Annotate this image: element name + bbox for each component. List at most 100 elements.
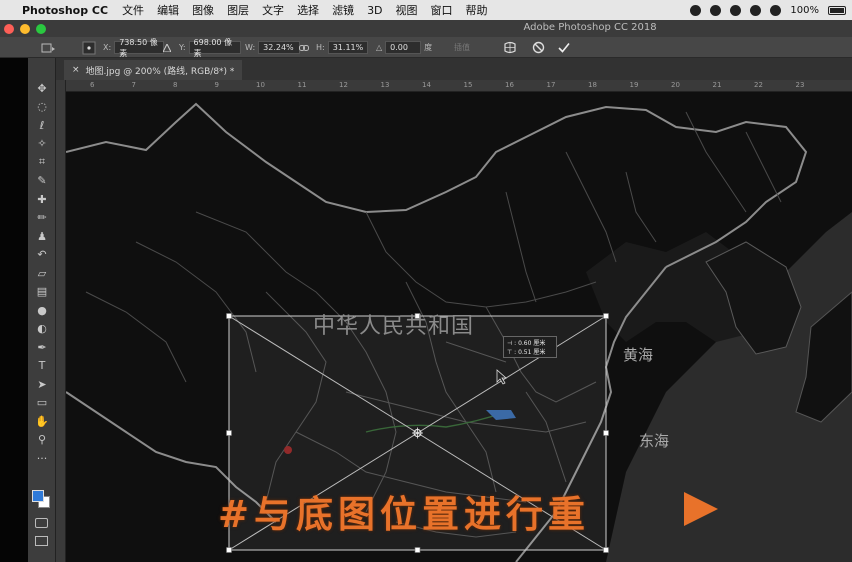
ruler-tick-label: 15 <box>463 81 473 89</box>
status-icon[interactable] <box>710 4 722 16</box>
move-tool-icon[interactable]: ✥ <box>34 80 50 96</box>
more-tools-icon[interactable]: ··· <box>34 450 50 466</box>
app-menu[interactable]: Photoshop CC <box>22 4 108 17</box>
lasso-tool-icon[interactable]: ℓ <box>34 117 50 133</box>
healing-tool-icon[interactable]: ✚ <box>34 191 50 207</box>
ruler-tick-label: 23 <box>795 81 805 89</box>
battery-icon[interactable] <box>828 5 846 15</box>
battery-percent: 100% <box>790 4 819 16</box>
reference-point-icon[interactable] <box>82 41 96 54</box>
status-icon[interactable] <box>690 4 702 16</box>
menu-help[interactable]: 帮助 <box>466 2 488 18</box>
foreground-color-swatch[interactable] <box>32 490 44 502</box>
magic-wand-tool-icon[interactable]: ✧ <box>34 136 50 152</box>
window-title: Adobe Photoshop CC 2018 <box>523 22 657 33</box>
angle-unit: 度 <box>424 43 433 52</box>
link-icon[interactable] <box>299 41 309 54</box>
eraser-tool-icon[interactable]: ▱ <box>34 265 50 281</box>
menu-layer[interactable]: 图层 <box>227 2 249 18</box>
commit-icon[interactable] <box>557 41 571 54</box>
horizontal-ruler[interactable]: 6 7 8 9 10 11 12 13 14 15 16 17 18 19 20 21 22 23 <box>66 80 852 92</box>
map-label-east-sea: 东海 <box>639 432 670 450</box>
stamp-tool-icon[interactable]: ♟ <box>34 228 50 244</box>
wifi-icon[interactable] <box>770 4 782 16</box>
blur-tool-icon[interactable]: ● <box>34 302 50 318</box>
menu-edit[interactable]: 编辑 <box>157 2 179 18</box>
ruler-tick-label: 18 <box>588 81 597 89</box>
tools-panel: ✥ ◌ ℓ ✧ ⌗ ✎ ✚ ✏ ♟ ↶ ▱ ▤ ● ◐ ✒ T ➤ ▭ ✋ ⚲ ··· <box>28 58 56 562</box>
quick-mask-icon[interactable] <box>35 518 48 528</box>
tooltip-height: ⊤ : 0.51 厘米 <box>507 349 546 356</box>
screen-mode-icon[interactable] <box>35 536 48 546</box>
ruler-tick-label: 14 <box>422 81 431 89</box>
x-position-field[interactable]: 738.50 像素 <box>114 38 165 58</box>
vertical-ruler[interactable] <box>56 80 66 562</box>
h-label: H: <box>316 43 325 52</box>
delta-icon[interactable] <box>163 41 171 54</box>
document-tab-bar: × 地图.jpg @ 200% (路线, RGB/8*) * <box>56 58 852 80</box>
window-titlebar: Adobe Photoshop CC 2018 <box>4 20 852 37</box>
marquee-tool-icon[interactable]: ◌ <box>34 99 50 115</box>
history-brush-tool-icon[interactable]: ↶ <box>34 247 50 263</box>
hand-tool-icon[interactable]: ✋ <box>34 413 50 429</box>
status-icon[interactable] <box>750 4 762 16</box>
ruler-tick-label: 20 <box>671 81 680 89</box>
ruler-tick-label: 19 <box>629 81 639 89</box>
menu-type[interactable]: 文字 <box>262 2 284 18</box>
menu-select[interactable]: 选择 <box>297 2 319 18</box>
angle-field[interactable]: 0.00 <box>385 41 422 54</box>
rectangle-tool-icon[interactable]: ▭ <box>34 395 50 411</box>
ruler-tick-label: 8 <box>173 81 178 89</box>
menu-file[interactable]: 文件 <box>122 2 144 18</box>
left-strip <box>0 58 28 562</box>
transform-tooltip: ⊣ : 0.60 厘米 ⊤ : 0.51 厘米 <box>503 336 557 358</box>
map-label-country: 中华人民共和国 <box>313 314 475 339</box>
ruler-tick-label: 16 <box>505 81 514 89</box>
x-label: X: <box>103 43 112 52</box>
menu-3d[interactable]: 3D <box>367 4 382 17</box>
dodge-tool-icon[interactable]: ◐ <box>34 321 50 337</box>
close-window-button[interactable] <box>4 23 14 34</box>
cancel-icon[interactable] <box>532 41 545 54</box>
document-tab[interactable]: × 地图.jpg @ 200% (路线, RGB/8*) * <box>64 60 243 80</box>
type-tool-icon[interactable]: T <box>34 358 50 374</box>
options-bar: X: 738.50 像素 Y: 698.00 像素 W: 32.24% H: 3… <box>0 37 852 58</box>
ruler-tick-label: 17 <box>546 81 556 89</box>
crop-tool-icon[interactable]: ⌗ <box>34 154 50 170</box>
pen-tool-icon[interactable]: ✒ <box>34 339 50 355</box>
brush-tool-icon[interactable]: ✏ <box>34 210 50 226</box>
ruler-tick-label: 9 <box>214 81 219 89</box>
path-select-tool-icon[interactable]: ➤ <box>34 376 50 392</box>
menu-view[interactable]: 视图 <box>396 2 418 18</box>
zoom-tool-icon[interactable]: ⚲ <box>34 432 50 448</box>
ruler-tick-label: 7 <box>131 81 136 89</box>
document-canvas[interactable]: 中华人民共和国 黄海 东海 ⊣ : 0.60 厘米 ⊤ : 0.51 厘米 #与… <box>66 92 852 562</box>
warp-icon[interactable] <box>503 41 517 54</box>
status-icon[interactable] <box>730 4 742 16</box>
ruler-tick-label: 6 <box>90 81 95 89</box>
ruler-tick-label: 13 <box>380 81 390 89</box>
ruler-tick-label: 12 <box>339 81 348 89</box>
menu-window[interactable]: 窗口 <box>431 2 453 18</box>
eyedropper-tool-icon[interactable]: ✎ <box>34 173 50 189</box>
gradient-tool-icon[interactable]: ▤ <box>34 284 50 300</box>
video-caption: #与底图位置进行重 <box>218 493 591 536</box>
menu-bar: Photoshop CC 文件 编辑 图像 图层 文字 选择 滤镜 3D 视图 … <box>0 0 852 20</box>
width-field[interactable]: 32.24% <box>258 41 301 54</box>
map-label-yellow-sea: 黄海 <box>623 346 654 364</box>
caption-arrow-icon <box>684 492 718 526</box>
ruler-tick-label: 10 <box>256 81 265 89</box>
y-position-field[interactable]: 698.00 像素 <box>188 38 241 58</box>
menu-filter[interactable]: 滤镜 <box>332 2 354 18</box>
tooltip-width: ⊣ : 0.60 厘米 <box>507 340 546 347</box>
menu-image[interactable]: 图像 <box>192 2 214 18</box>
document-tab-label: 地图.jpg @ 200% (路线, RGB/8*) * <box>85 66 235 77</box>
ruler-tick-label: 21 <box>712 81 722 89</box>
transform-options-icon[interactable] <box>40 41 56 54</box>
close-tab-icon[interactable]: × <box>72 65 80 75</box>
status-area: 100% <box>690 0 846 20</box>
height-field[interactable]: 31.11% <box>327 41 368 54</box>
interpolation-select[interactable]: 插值 <box>454 42 470 53</box>
ruler-tick-label: 11 <box>297 81 307 89</box>
y-label: Y: <box>179 43 186 52</box>
